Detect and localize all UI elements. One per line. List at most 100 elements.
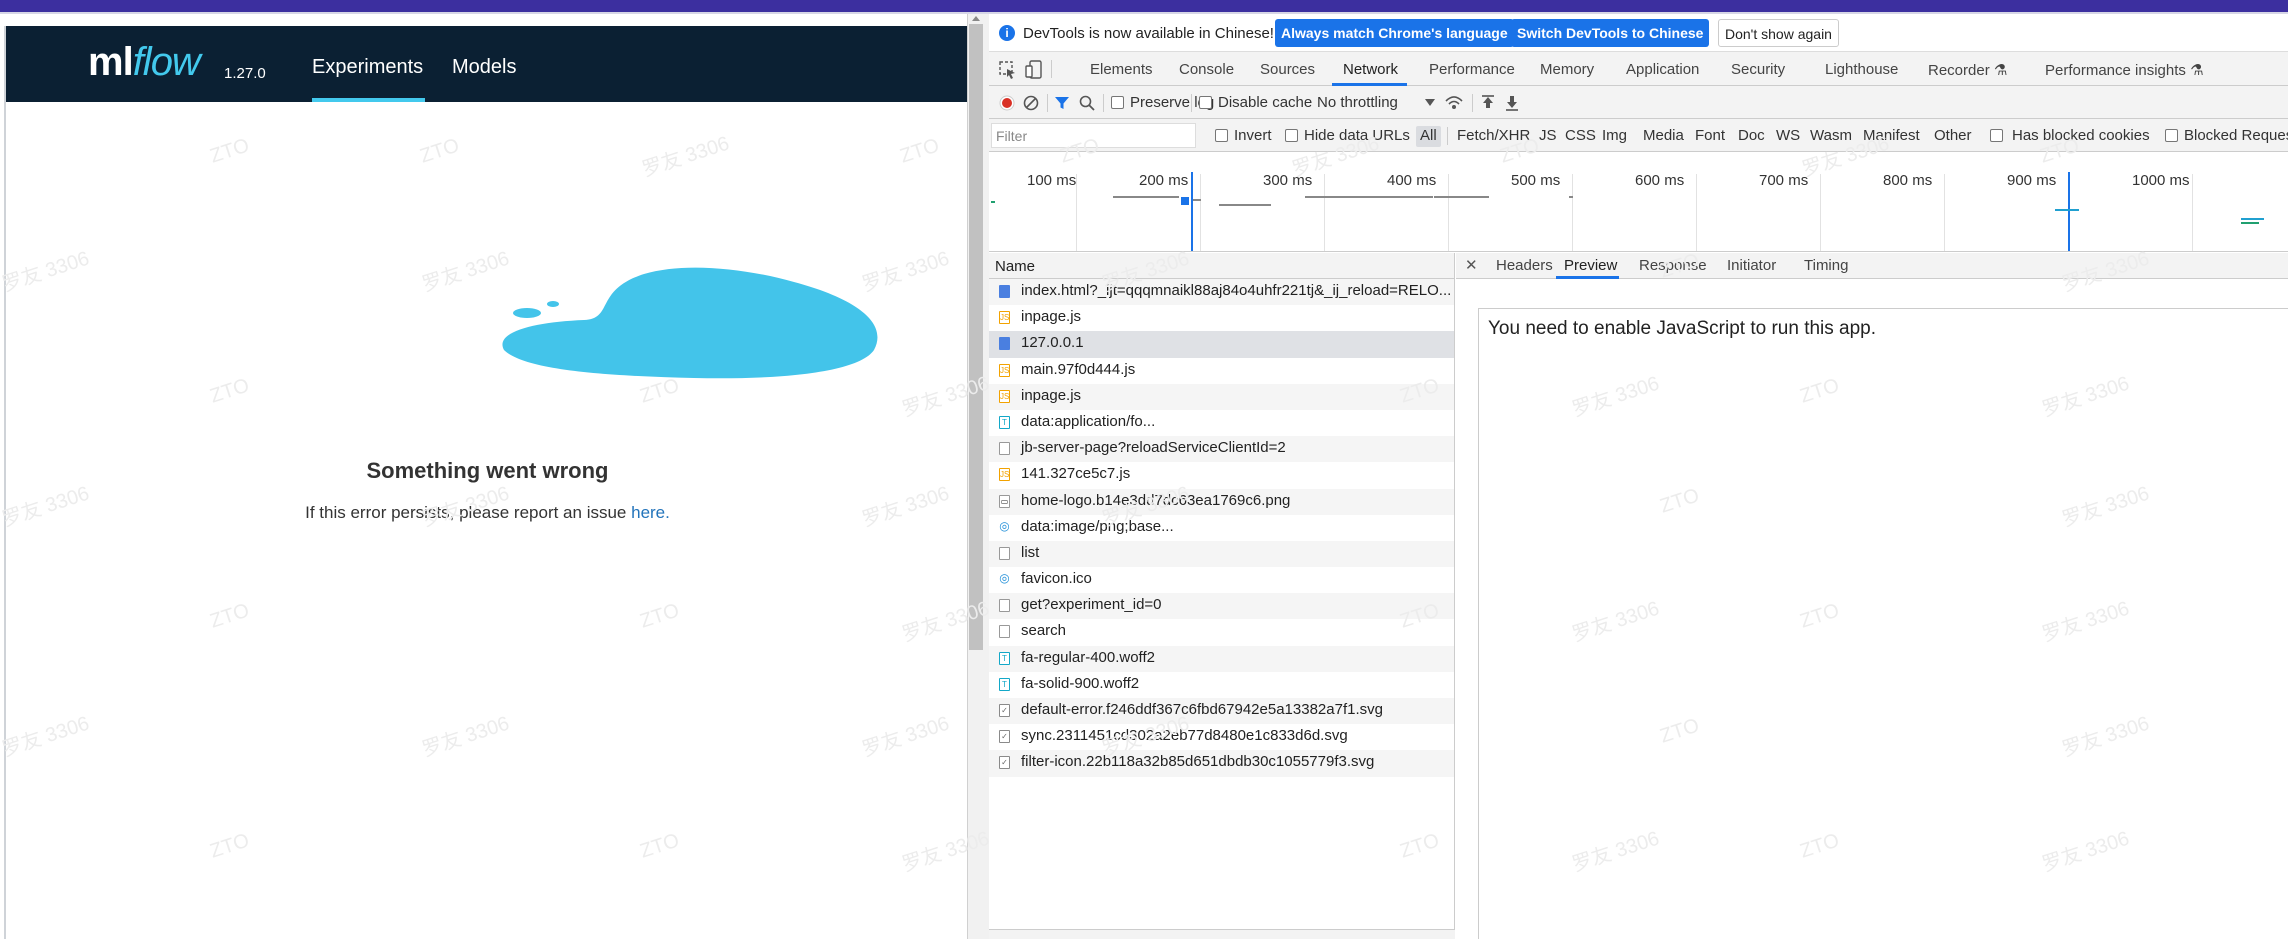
request-row[interactable]: ◎ data:image/png;base... [989, 515, 1454, 541]
tab-network[interactable]: Network [1343, 61, 1398, 78]
tab-security[interactable]: Security [1731, 61, 1785, 78]
record-icon[interactable] [999, 95, 1015, 111]
request-detail-pane: ✕ Headers Preview Response Initiator Tim… [1456, 253, 2288, 939]
tab-application[interactable]: Application [1626, 61, 1699, 78]
tab-lighthouse[interactable]: Lighthouse [1825, 61, 1898, 78]
tab-console[interactable]: Console [1179, 61, 1234, 78]
throttling-select[interactable]: No throttling [1317, 94, 1398, 111]
mlflow-logo[interactable]: mlflow [88, 40, 201, 85]
detail-tab-headers[interactable]: Headers [1496, 257, 1553, 274]
request-row[interactable]: JS main.97f0d444.js [989, 358, 1454, 384]
import-har-icon[interactable] [1480, 94, 1496, 112]
request-row[interactable]: ✓ sync.2311451cd302a2eb77d8480e1c833d6d.s… [989, 724, 1454, 750]
request-row[interactable]: ▭ home-logo.b14e3dd7dc63ea1769c6.png [989, 488, 1454, 515]
request-row[interactable]: ✓ filter-icon.22b118a32b85d651dbdb30c1055… [989, 750, 1454, 777]
tab-performance[interactable]: Performance [1429, 61, 1515, 78]
tab-elements[interactable]: Elements [1090, 61, 1153, 78]
name-column-header[interactable]: Name [989, 253, 1454, 279]
switch-to-chinese-button[interactable]: Switch DevTools to Chinese [1511, 19, 1710, 47]
app-scrollbar[interactable] [967, 14, 989, 939]
request-row[interactable]: index.html?_ijt=qqqmnaikl88aj84o4uhfr221… [989, 279, 1454, 306]
type-filter-manifest[interactable]: Manifest [1863, 127, 1920, 144]
error-illustration [502, 267, 878, 379]
request-name: home-logo.b14e3dd7dc63ea1769c6.png [1021, 491, 1291, 509]
request-rows: index.html?_ijt=qqqmnaikl88aj84o4uhfr221… [989, 279, 1454, 777]
request-row[interactable]: JS inpage.js [989, 383, 1454, 410]
error-message-text: If this error persists, please report an… [305, 503, 632, 522]
type-filter-wasm[interactable]: Wasm [1810, 127, 1852, 144]
dont-show-again-button[interactable]: Don't show again [1718, 19, 1839, 47]
file-type-icon: ✓ [999, 704, 1010, 717]
tab-performance-insights[interactable]: Performance insights ⚗ [2045, 61, 2204, 79]
request-row[interactable]: Tdata:application/fo... [989, 410, 1454, 436]
network-overview[interactable]: 100 ms 200 ms 300 ms 400 ms 500 ms 600 m… [989, 152, 2288, 252]
invert-checkbox[interactable] [1215, 129, 1228, 142]
error-title: Something went wrong [366, 458, 609, 483]
request-row[interactable]: JS 141.327ce5c7.js [989, 462, 1454, 488]
file-type-icon [999, 285, 1010, 298]
filter-divider [1447, 127, 1448, 145]
request-row[interactable]: JS inpage.js [989, 305, 1454, 331]
disable-cache-checkbox[interactable] [1199, 96, 1212, 109]
version-label: 1.27.0 [224, 65, 266, 82]
hide-data-urls-checkbox[interactable] [1285, 129, 1298, 142]
preview-frame: You need to enable JavaScript to run thi… [1478, 308, 2288, 939]
type-filter-all[interactable]: All [1416, 126, 1441, 147]
type-filter-doc[interactable]: Doc [1738, 127, 1765, 144]
type-filter-img[interactable]: Img [1602, 127, 1627, 144]
type-filter-font[interactable]: Font [1695, 127, 1725, 144]
filter-icon[interactable] [1054, 95, 1070, 111]
network-filterbar: Filter Invert Hide data URLs All Fetch/X… [989, 119, 2288, 152]
request-row[interactable]: list [989, 540, 1454, 568]
blocked-requests-checkbox[interactable] [2165, 129, 2178, 142]
request-name: get?experiment_id=0 [1021, 596, 1162, 614]
file-type-icon [999, 625, 1010, 639]
tab-sources[interactable]: Sources [1260, 61, 1315, 78]
inspect-element-icon[interactable] [999, 61, 1017, 79]
preview-text: You need to enable JavaScript to run thi… [1488, 318, 1877, 339]
request-list-scrollbar[interactable] [989, 929, 1455, 939]
request-row[interactable]: ✓ default-error.f246ddf367c6fbd67942e5a13… [989, 698, 1454, 725]
type-filter-media[interactable]: Media [1643, 127, 1684, 144]
nav-models[interactable]: Models [452, 56, 516, 79]
disable-cache-label: Disable cache [1218, 94, 1313, 111]
detail-tab-preview[interactable]: Preview [1564, 257, 1617, 274]
detail-tab-timing[interactable]: Timing [1804, 257, 1848, 274]
network-conditions-icon[interactable] [1444, 94, 1464, 112]
type-filter-ws[interactable]: WS [1776, 127, 1800, 144]
request-row[interactable]: Tfa-solid-900.woff2 [989, 672, 1454, 698]
request-row[interactable]: 127.0.0.1 [989, 331, 1454, 358]
request-row[interactable]: ◎ favicon.ico [989, 567, 1454, 593]
scroll-up-icon[interactable] [972, 16, 980, 21]
report-issue-link[interactable]: here. [631, 503, 670, 522]
type-filter-js[interactable]: JS [1539, 127, 1557, 144]
type-filter-css[interactable]: CSS [1565, 127, 1596, 144]
close-icon[interactable]: ✕ [1465, 256, 1478, 274]
type-filter-fetch-xhr[interactable]: Fetch/XHR [1457, 127, 1530, 144]
request-row[interactable]: jb-server-page?reloadServiceClientId=2 [989, 436, 1454, 463]
network-toolbar: Preserve log Disable cache No throttling [989, 86, 2288, 119]
detail-tab-response[interactable]: Response [1639, 257, 1707, 274]
type-filter-other[interactable]: Other [1934, 127, 1972, 144]
preserve-log-checkbox[interactable] [1111, 96, 1124, 109]
device-toolbar-icon[interactable] [1025, 60, 1043, 80]
scrollbar-thumb[interactable] [969, 24, 983, 650]
request-row[interactable]: get?experiment_id=0 [989, 593, 1454, 620]
detail-tab-initiator[interactable]: Initiator [1727, 257, 1776, 274]
blocked-cookies-checkbox[interactable] [1990, 129, 2003, 142]
file-type-icon: ✓ [999, 756, 1010, 770]
filter-input[interactable]: Filter [991, 123, 1196, 148]
clear-icon[interactable] [1023, 95, 1039, 111]
tab-memory[interactable]: Memory [1540, 61, 1594, 78]
search-icon[interactable] [1079, 95, 1095, 111]
toolbar-divider [1103, 94, 1104, 112]
always-match-language-button[interactable]: Always match Chrome's language [1275, 19, 1514, 47]
file-type-icon: T [999, 651, 1010, 665]
request-row[interactable]: Tfa-regular-400.woff2 [989, 645, 1454, 672]
export-har-icon[interactable] [1504, 94, 1520, 112]
chevron-down-icon[interactable] [1425, 99, 1435, 107]
app-header: mlflow 1.27.0 Experiments Models [6, 26, 969, 102]
request-row[interactable]: search [989, 619, 1454, 645]
tab-recorder[interactable]: Recorder ⚗ [1928, 61, 2007, 79]
nav-experiments[interactable]: Experiments [312, 56, 423, 79]
